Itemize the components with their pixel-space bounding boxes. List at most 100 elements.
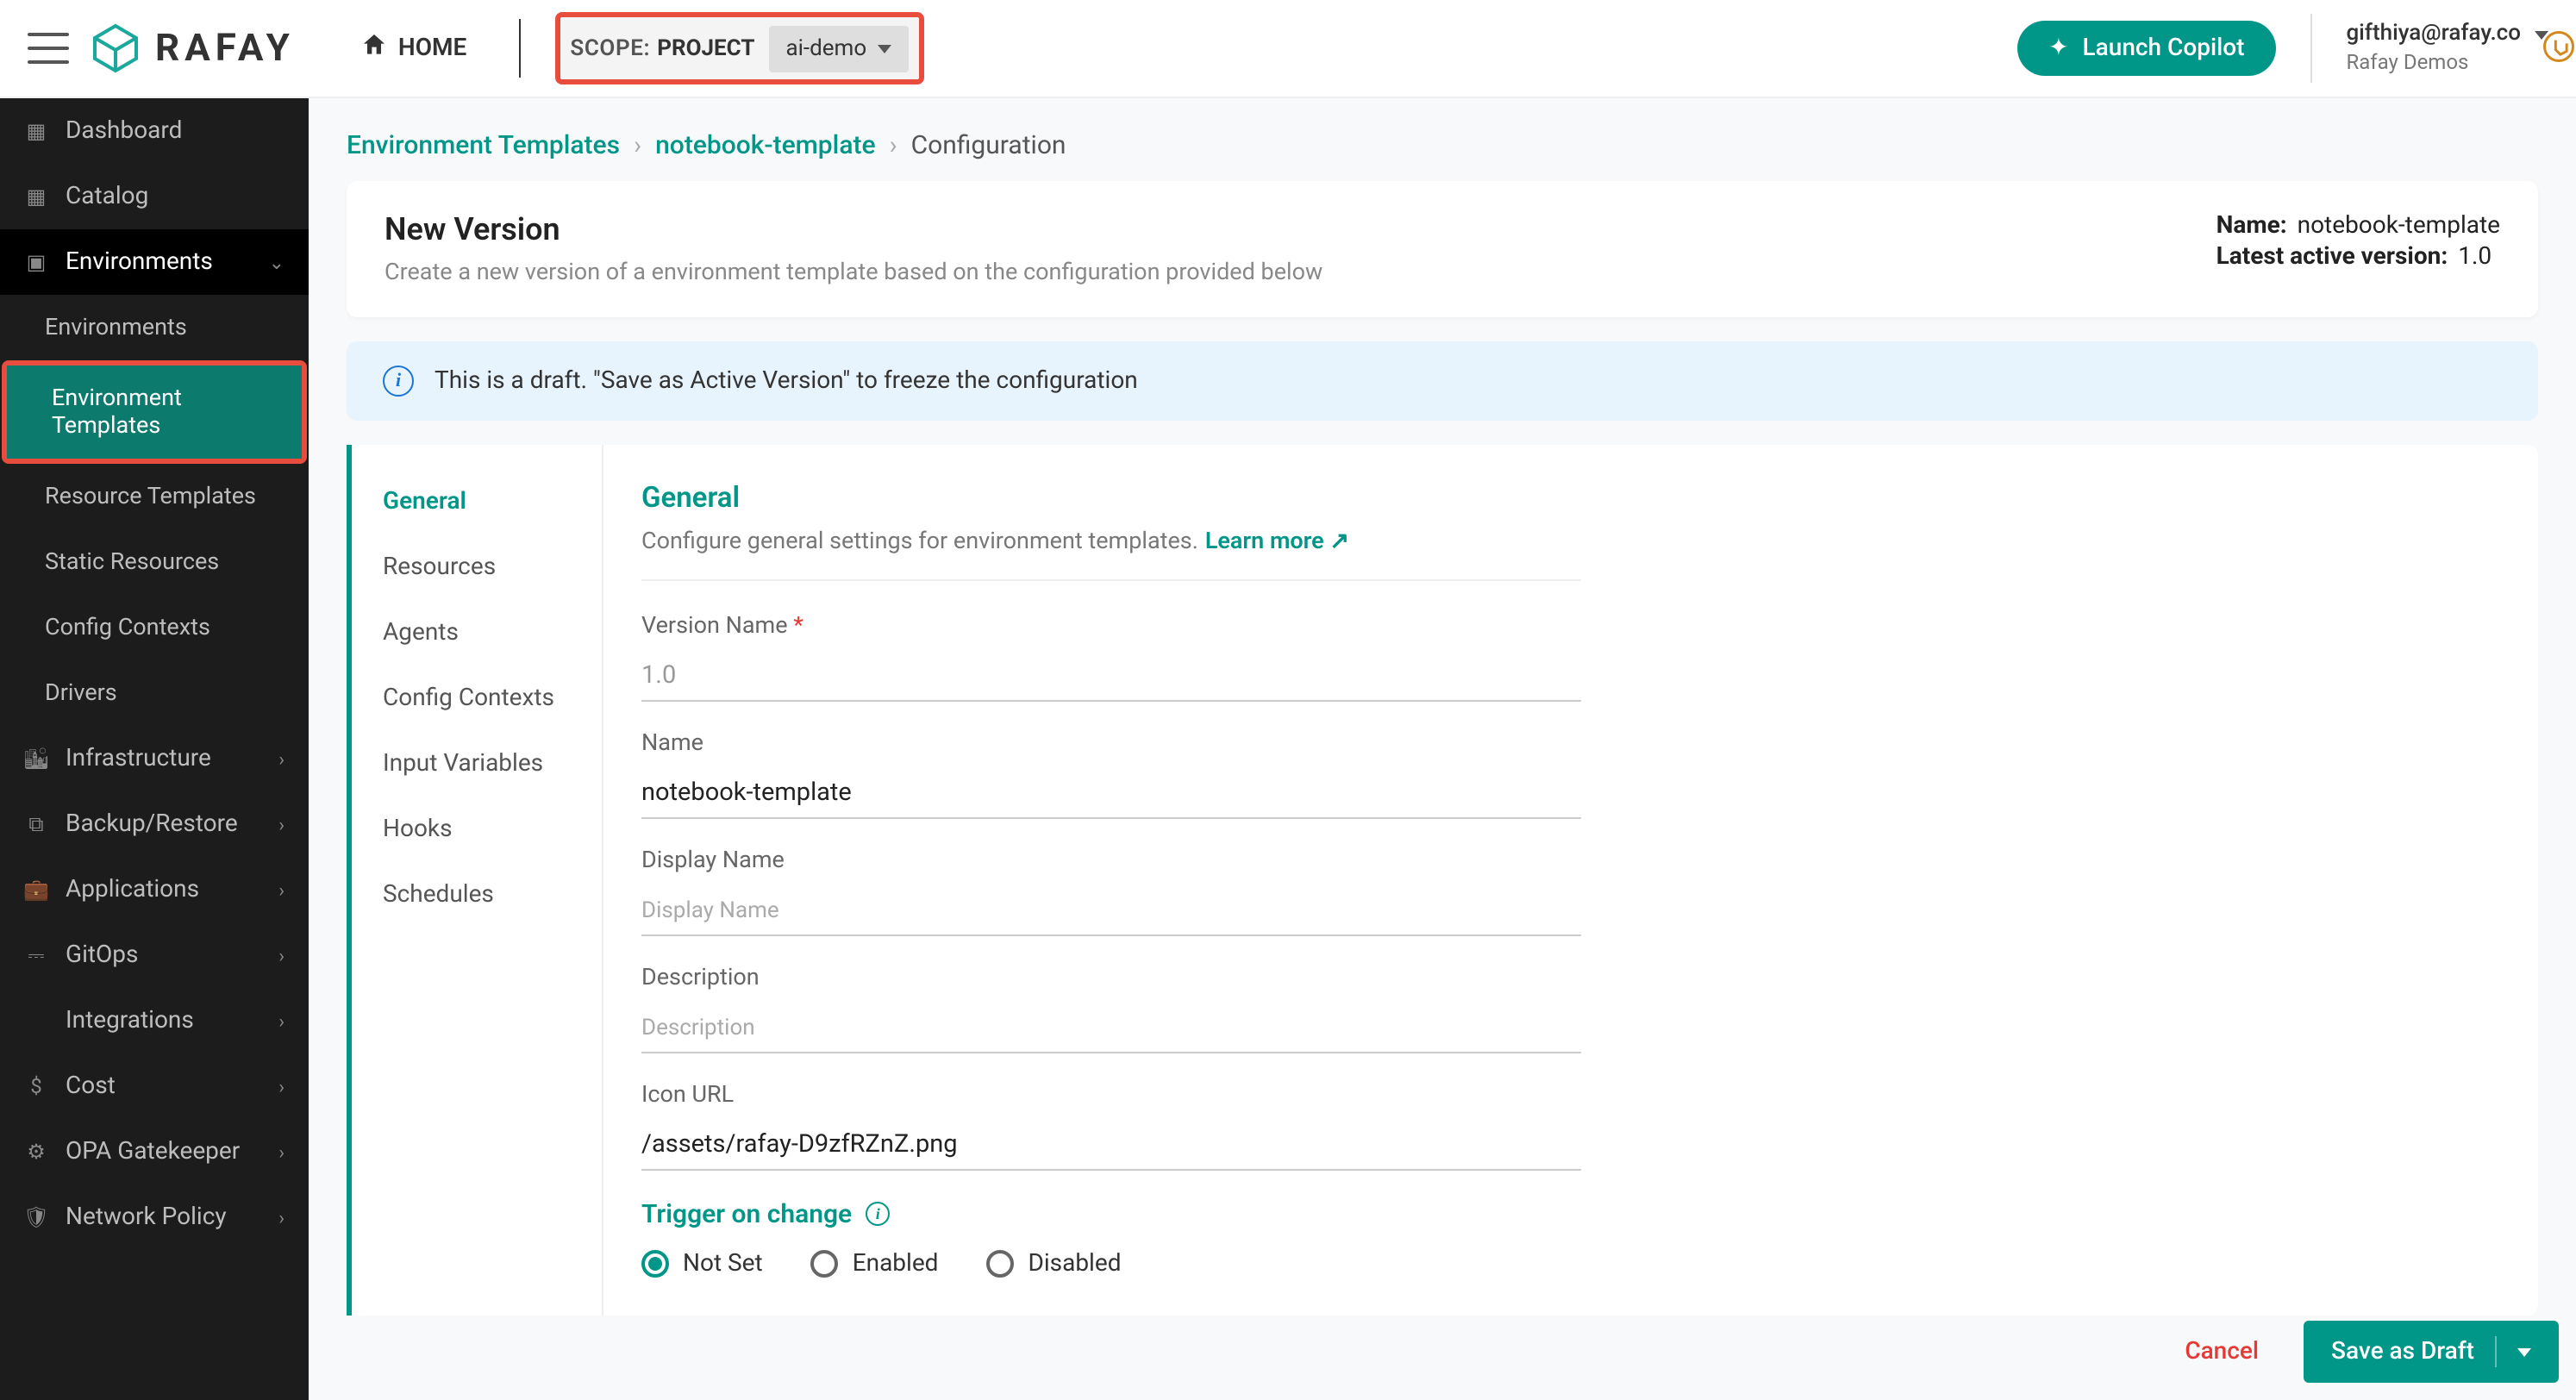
logo[interactable]: RAFAY [90, 22, 295, 74]
tab-input-variables[interactable]: Input Variables [347, 731, 602, 797]
topbar: RAFAY HOME SCOPE: PROJECT ai-demo ✦ Laun… [0, 0, 2576, 98]
grid-icon: ▦ [24, 184, 48, 209]
meta-version-value: 1.0 [2458, 243, 2492, 271]
home-icon [360, 31, 388, 66]
breadcrumb-env-templates[interactable]: Environment Templates [347, 129, 620, 160]
home-label: HOME [398, 34, 466, 62]
sidebar-sub-environments[interactable]: Environments [0, 295, 309, 360]
copy-icon: ⧉ [24, 812, 48, 836]
sidebar-item-label: Applications [66, 876, 199, 903]
sliders-icon: ⵼ [24, 1009, 48, 1033]
sidebar-item-label: Environments [45, 314, 187, 341]
description-input[interactable] [641, 1002, 1581, 1053]
sidebar-sub-drivers[interactable]: Drivers [0, 660, 309, 726]
sidebar-item-infrastructure[interactable]: 🏙Infrastructure› [0, 726, 309, 791]
sidebar-item-backup-restore[interactable]: ⧉ Backup/Restore › [0, 791, 309, 857]
radio-label: Disabled [1028, 1250, 1121, 1278]
sidebar-item-network-policy[interactable]: 🛡Network Policy› [0, 1184, 309, 1250]
scope-label: SCOPE: [570, 35, 650, 61]
sidebar-item-opa-gatekeeper[interactable]: ⚙OPA Gatekeeper› [0, 1119, 309, 1184]
chevron-right-icon: › [278, 878, 284, 901]
section-title: General [641, 483, 2493, 516]
tab-resources[interactable]: Resources [347, 534, 602, 600]
user-email: gifthiya@rafay.co [2346, 21, 2521, 50]
divider [641, 579, 1581, 581]
user-menu[interactable]: gifthiya@rafay.co Rafay Demos [2346, 21, 2548, 77]
trigger-title: Trigger on change i [641, 1198, 2493, 1229]
version-name-label: Version Name * [641, 612, 1581, 640]
radio-not-set[interactable]: Not Set [641, 1250, 763, 1278]
save-as-draft-button[interactable]: Save as Draft [2304, 1321, 2559, 1383]
logo-mark-icon [90, 22, 141, 74]
copilot-label: Launch Copilot [2083, 34, 2245, 62]
card-meta: Name:notebook-template Latest active ver… [2216, 212, 2500, 274]
sidebar-item-cost[interactable]: $Cost› [0, 1053, 309, 1119]
sidebar-sub-resource-templates[interactable]: Resource Templates [0, 464, 309, 529]
tab-general[interactable]: General [352, 469, 602, 534]
name-input[interactable] [641, 767, 1581, 819]
chevron-down-icon: ⌄ [269, 251, 284, 273]
radio-disabled[interactable]: Disabled [986, 1250, 1121, 1278]
logo-text: RAFAY [155, 27, 295, 70]
sidebar-item-applications[interactable]: 💼 Applications › [0, 857, 309, 922]
breadcrumb-current: Configuration [911, 129, 1066, 160]
button-split [2495, 1336, 2497, 1367]
banner-text: This is a draft. "Save as Active Version… [435, 367, 1138, 395]
save-label: Save as Draft [2331, 1338, 2474, 1366]
scope-type: PROJECT [657, 35, 754, 61]
version-card: New Version Create a new version of a en… [347, 181, 2538, 317]
tab-agents[interactable]: Agents [347, 600, 602, 666]
sidebar-item-label: Infrastructure [66, 745, 211, 772]
form-area: General Resources Agents Config Contexts… [347, 445, 2538, 1316]
sidebar-item-label: Static Resources [45, 548, 219, 576]
sidebar-item-label: Environments [66, 248, 213, 276]
learn-more-link[interactable]: Learn more ↗ [1205, 528, 1349, 555]
sidebar-sub-environment-templates[interactable]: Environment Templates [7, 366, 302, 459]
chevron-right-icon: › [278, 944, 284, 966]
sidebar-item-integrations[interactable]: ⵼Integrations› [0, 988, 309, 1053]
sidebar-item-label: Network Policy [66, 1203, 227, 1231]
tab-hooks[interactable]: Hooks [347, 797, 602, 862]
learn-more-text: Learn more [1205, 528, 1324, 555]
breadcrumb-sep: › [890, 129, 897, 160]
radio-icon [811, 1250, 839, 1278]
info-icon[interactable]: i [866, 1202, 890, 1226]
home-button[interactable]: HOME [343, 21, 484, 76]
chevron-right-icon: › [278, 747, 284, 770]
sidebar-item-label: Environment Templates [52, 384, 278, 440]
launch-copilot-button[interactable]: ✦ Launch Copilot [2017, 21, 2275, 76]
sidebar-sub-config-contexts[interactable]: Config Contexts [0, 595, 309, 660]
meta-version-label: Latest active version: [2216, 243, 2448, 271]
tab-schedules[interactable]: Schedules [347, 862, 602, 928]
sidebar-item-catalog[interactable]: ▦Catalog [0, 164, 309, 229]
shield-icon: 🛡 [24, 1205, 48, 1229]
sidebar-item-gitops[interactable]: ⎓GitOps› [0, 922, 309, 988]
chevron-right-icon: › [278, 813, 284, 835]
icon-url-input[interactable] [641, 1119, 1581, 1171]
radio-enabled[interactable]: Enabled [811, 1250, 939, 1278]
sidebar-item-label: Integrations [66, 1007, 194, 1034]
meta-name-value: notebook-template [2298, 212, 2500, 240]
sidebar-item-label: Config Contexts [45, 614, 210, 641]
sidebar-item-label: Cost [66, 1072, 116, 1100]
chevron-down-icon[interactable] [2517, 1347, 2531, 1356]
sidebar-item-environments[interactable]: ▣Environments⌄ [0, 229, 309, 295]
content-area: Environment Templates › notebook-templat… [309, 98, 2576, 1400]
breadcrumb-template-name[interactable]: notebook-template [655, 129, 875, 160]
chevron-right-icon: › [278, 1075, 284, 1097]
menu-icon[interactable] [28, 33, 69, 64]
tab-config-contexts[interactable]: Config Contexts [347, 666, 602, 731]
scope-selector[interactable]: SCOPE: PROJECT ai-demo [554, 12, 923, 84]
sidebar-sub-static-resources[interactable]: Static Resources [0, 529, 309, 595]
radio-label: Not Set [683, 1250, 763, 1278]
sidebar-item-label: Backup/Restore [66, 810, 238, 838]
cancel-button[interactable]: Cancel [2164, 1324, 2279, 1379]
scope-value[interactable]: ai-demo [768, 25, 908, 72]
briefcase-icon: 💼 [24, 878, 48, 902]
user-org: Rafay Demos [2346, 49, 2548, 76]
trigger-radio-group: Not Set Enabled Disabled [641, 1250, 2493, 1278]
display-name-input[interactable] [641, 884, 1581, 936]
version-name-input [641, 650, 1581, 702]
sidebar-item-dashboard[interactable]: ▦Dashboard [0, 98, 309, 164]
info-icon: i [383, 366, 414, 397]
